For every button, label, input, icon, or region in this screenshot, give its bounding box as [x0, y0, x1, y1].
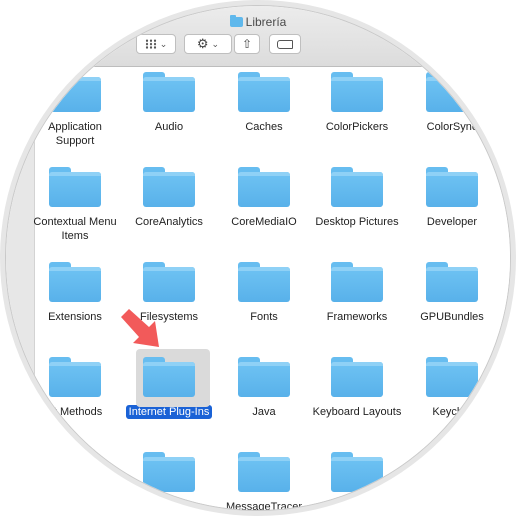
folder-icon: [49, 167, 101, 207]
folder-item[interactable]: MessageTracer: [219, 452, 309, 512]
action-menu-button[interactable]: ⚙ ⌄: [184, 34, 232, 54]
folder-label: Keyboard Layouts: [312, 406, 402, 418]
folder-label: Internet Plug-Ins: [124, 405, 214, 419]
folder-item[interactable]: ColorPickers: [312, 72, 402, 134]
folder-label: Application Support: [48, 121, 102, 147]
folder-item[interactable]: D: [495, 167, 510, 229]
folder-icon: [49, 357, 101, 397]
folder-item[interactable]: Application Support: [30, 72, 120, 148]
folder-item[interactable]: [312, 452, 402, 500]
folder-label: CoreAnalytics: [135, 216, 203, 228]
folder-grid: Application Support Audio Caches ColorPicke…: [33, 67, 510, 512]
folder-item[interactable]: Java: [219, 357, 309, 419]
folder-label: Java: [252, 406, 276, 418]
pointer-arrow-icon: [121, 309, 159, 347]
folder-label: CoreMediaIO: [231, 216, 297, 228]
folder-icon: [49, 262, 101, 302]
folder-item[interactable]: Contextual Menu Items: [30, 167, 120, 243]
folder-label: ut Methods: [47, 406, 103, 418]
folder-icon: [238, 452, 290, 492]
folder-icon: [238, 357, 290, 397]
folder-icon: [143, 167, 195, 207]
folder-icon: [331, 167, 383, 207]
folder-icon: [426, 167, 478, 207]
share-button[interactable]: ⇧: [234, 34, 260, 54]
folder-icon: [426, 72, 478, 112]
folder-item[interactable]: Internet Plug-Ins: [124, 349, 214, 419]
folder-icon: [331, 72, 383, 112]
folder-item[interactable]: Fonts: [219, 262, 309, 324]
folder-item[interactable]: Developer: [407, 167, 497, 229]
sidebar-item[interactable]: [16, 379, 19, 382]
folder-label: GPUBundles: [420, 311, 484, 323]
folder-label: ColorPickers: [325, 121, 389, 133]
folder-icon: [238, 262, 290, 302]
folder-label: Frameworks: [326, 311, 388, 323]
folder-icon: [49, 452, 101, 492]
folder-icon: [426, 262, 478, 302]
folder-icon: [143, 72, 195, 112]
folder-item[interactable]: [124, 452, 214, 500]
folder-icon: [229, 15, 243, 27]
folder-item[interactable]: CoreMediaIO: [219, 167, 309, 229]
window-title-text: Librería: [245, 15, 287, 29]
chevron-down-icon: ⌄: [211, 38, 220, 49]
gear-icon: ⚙: [196, 36, 209, 51]
tag-icon: [277, 39, 293, 49]
finder-window: Librería ⌄ ⚙ ⌄ ⇧ Application Support Audi…: [4, 4, 512, 512]
folder-icon: [49, 72, 101, 112]
folder-item[interactable]: ut Methods: [30, 357, 120, 419]
window-title: Librería: [6, 15, 510, 29]
folder-label: MessageTracer: [225, 501, 302, 512]
folder-item[interactable]: CoreAnalytics: [124, 167, 214, 229]
folder-label: Caches: [245, 121, 283, 133]
folder-item[interactable]: Caches: [219, 72, 309, 134]
folder-icon: [238, 72, 290, 112]
folder-label: Contextual Menu Items: [33, 216, 117, 242]
folder-item[interactable]: Audio: [124, 72, 214, 134]
folder-label: Keychai: [432, 406, 472, 418]
folder-icon: [331, 262, 383, 302]
folder-icon: [143, 262, 195, 302]
folder-label: Fonts: [250, 311, 278, 323]
folder-item[interactable]: Desktop Pictures: [312, 167, 402, 229]
folder-icon: [238, 167, 290, 207]
view-options-button[interactable]: ⌄: [136, 34, 176, 54]
folder-icon: [331, 452, 383, 492]
folder-item[interactable]: GPUBundles: [407, 262, 497, 324]
folder-label: D: [495, 215, 510, 229]
folder-icon: [143, 452, 195, 492]
folder-label: Extensions: [48, 311, 102, 323]
folder-item[interactable]: ColorSync: [407, 72, 497, 134]
folder-label: Audio: [154, 121, 184, 133]
folder-item[interactable]: Keyboard Layouts: [312, 357, 402, 419]
folder-item[interactable]: Extensions: [30, 262, 120, 324]
share-icon: ⇧: [241, 37, 253, 51]
folder-item[interactable]: [30, 452, 120, 500]
folder-icon: [143, 357, 195, 397]
chevron-down-icon: ⌄: [159, 38, 168, 49]
folder-label: Desktop Pictures: [315, 216, 399, 228]
toolbar: Librería ⌄ ⚙ ⌄ ⇧: [6, 6, 510, 67]
folder-icon: [331, 357, 383, 397]
folder-item[interactable]: Keychai: [407, 357, 497, 419]
folder-icon: [426, 357, 478, 397]
tag-button[interactable]: [269, 34, 301, 54]
folder-item[interactable]: Frameworks: [312, 262, 402, 324]
folder-label: ColorSync: [426, 121, 478, 133]
folder-label: Developer: [426, 216, 478, 228]
grid-view-icon: [144, 39, 157, 49]
